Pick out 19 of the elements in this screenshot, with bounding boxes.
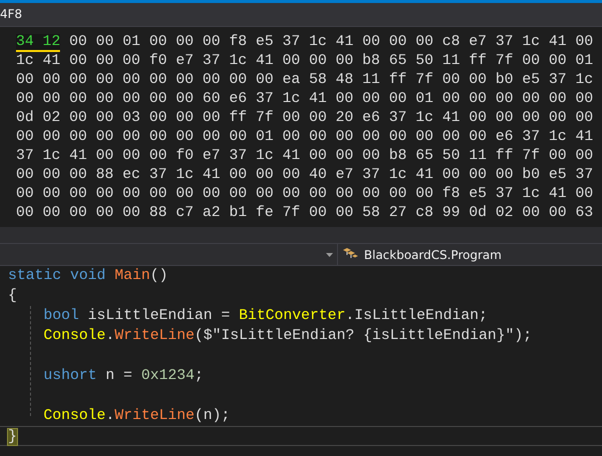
hex-bytes: 0d 02 00 00 03 00 00 00 ff 7f 00 00 20 e6 37 1c 41 00 00 00 00 00 [16,110,594,126]
code-line: { [8,288,17,304]
code-line: static void Main() [8,268,168,284]
changed-bytes: 34 12 [16,34,60,52]
hex-bytes: 00 00 00 88 ec 37 1c 41 00 00 00 40 e7 37 1c 41 00 00 00 b0 e5 37 [16,167,594,183]
hex-bytes: 00 00 00 00 00 00 00 60 e6 37 1c 41 00 00 00 01 00 00 00 00 00 00 [16,91,594,107]
code-line: ushort n = 0x1234; [44,368,204,384]
code-line: Console.WriteLine($"IsLittleEndian? {isLittleEndian}"); [44,328,532,344]
hex-bytes: 00 00 00 00 00 00 00 00 00 00 00 00 00 00 00 00 f8 e5 37 1c 41 00 [16,186,594,202]
hex-bytes: 37 1c 41 00 00 00 f0 e7 37 1c 41 00 00 00 b8 65 50 11 ff 7f 00 00 [16,148,594,164]
hex-bytes: 00 00 00 00 00 00 00 00 00 00 ea 58 48 11 ff 7f 00 00 b0 e5 37 1c [16,72,594,88]
address-field[interactable]: 4F8 [0,3,22,26]
hex-bytes: 1c 41 00 00 00 f0 e7 37 1c 41 00 00 00 b8 65 50 11 ff 7f 00 00 01 [16,53,594,69]
code-line: Console.WriteLine(n); [44,408,230,424]
caret-icon [326,252,333,256]
hex-bytes: 00 00 01 00 00 00 f8 e5 37 1c 41 00 00 00 c8 e7 37 1c 41 00 [69,34,594,50]
hex-bytes: 00 00 00 00 00 88 c7 a2 b1 fe 7f 00 00 58 27 c8 99 0d 02 00 00 63 [16,205,594,221]
code-line: bool isLittleEndian = BitConverter.IsLittleEndian; [44,308,488,324]
hex-bytes: 00 00 00 00 00 00 00 00 00 01 00 00 00 00 00 00 00 00 e6 37 1c 41 [16,129,594,145]
